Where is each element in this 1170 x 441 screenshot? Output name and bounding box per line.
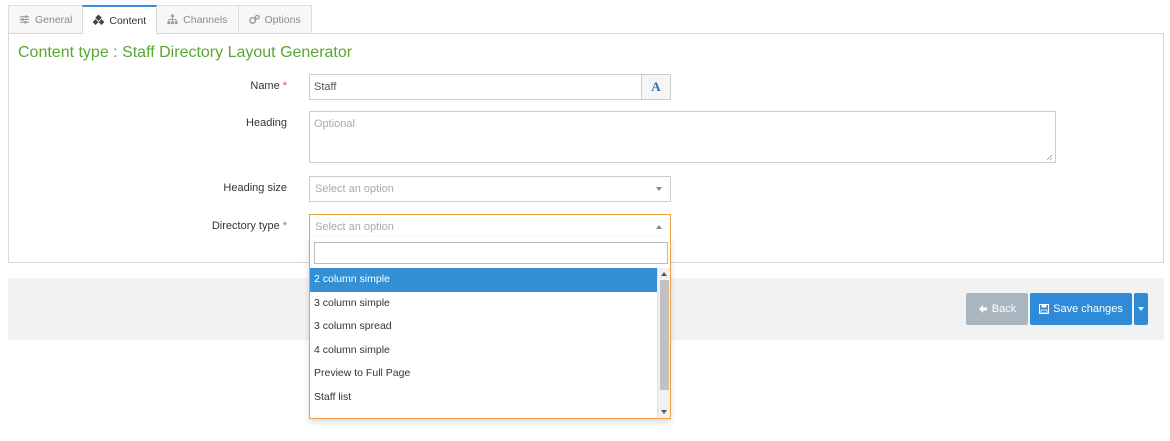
- directory-type-dropdown: 2 column simple 3 column simple 3 column…: [309, 237, 671, 419]
- heading-size-select[interactable]: Select an option: [309, 176, 671, 202]
- heading-textarea[interactable]: [309, 111, 1056, 163]
- tab-options[interactable]: Options: [237, 5, 312, 33]
- dropdown-option[interactable]: 3 column spread: [310, 315, 658, 339]
- content-panel: Content type : Staff Directory Layout Ge…: [8, 33, 1164, 263]
- directory-type-placeholder: Select an option: [315, 220, 394, 233]
- heading-size-placeholder: Select an option: [315, 183, 394, 195]
- back-button-label: Back: [991, 303, 1017, 315]
- name-label: Name *: [250, 80, 287, 92]
- directory-type-select[interactable]: Select an option: [309, 214, 671, 238]
- required-mark: *: [282, 80, 287, 92]
- dropdown-option[interactable]: 3 column simple: [310, 292, 658, 316]
- page-title: Content type : Staff Directory Layout Ge…: [18, 44, 353, 61]
- heading-size-label: Heading size: [223, 182, 287, 194]
- tab-content-label: Content: [109, 14, 147, 27]
- tab-options-label: Options: [264, 13, 301, 26]
- gears-icon: [248, 14, 260, 25]
- directory-type-label: Directory type *: [211, 220, 287, 232]
- dropdown-option[interactable]: Staff list: [310, 386, 658, 410]
- tab-bar: General Content Channels Options: [8, 5, 312, 34]
- tab-channels[interactable]: Channels: [156, 5, 239, 33]
- arrow-left-icon: [978, 305, 987, 313]
- tab-general[interactable]: General: [8, 5, 84, 33]
- resize-grip-icon[interactable]: [1046, 154, 1053, 161]
- save-options-dropdown-button[interactable]: [1134, 293, 1148, 325]
- font-icon[interactable]: A: [641, 74, 671, 100]
- dropdown-option[interactable]: 4 column simple: [310, 339, 658, 363]
- sitemap-icon: [167, 14, 178, 25]
- dropdown-option[interactable]: Preview to Full Page: [310, 362, 658, 386]
- sliders-icon: [19, 14, 30, 25]
- cubes-icon: [93, 15, 105, 26]
- dropdown-scrollbar[interactable]: [657, 268, 670, 418]
- save-changes-label: Save changes: [1053, 303, 1123, 315]
- dropdown-option[interactable]: 2 column simple: [310, 268, 658, 292]
- tab-general-label: General: [35, 13, 73, 26]
- save-changes-button[interactable]: Save changes: [1030, 293, 1132, 325]
- caret-down-icon: [1138, 307, 1144, 311]
- back-button[interactable]: Back: [966, 293, 1028, 325]
- tab-content[interactable]: Content: [82, 5, 158, 34]
- floppy-disk-icon: [1039, 304, 1050, 314]
- scroll-down-icon[interactable]: [661, 410, 667, 414]
- required-mark: *: [282, 220, 287, 232]
- dropdown-options-list: 2 column simple 3 column simple 3 column…: [310, 268, 658, 418]
- tab-channels-label: Channels: [183, 13, 228, 26]
- chevron-up-icon: [656, 224, 662, 229]
- scroll-up-icon[interactable]: [661, 272, 667, 276]
- heading-label: Heading: [246, 117, 287, 129]
- chevron-down-icon: [656, 187, 662, 191]
- dropdown-search-input[interactable]: [314, 242, 668, 264]
- scrollbar-thumb[interactable]: [660, 280, 669, 390]
- name-input[interactable]: [309, 74, 642, 100]
